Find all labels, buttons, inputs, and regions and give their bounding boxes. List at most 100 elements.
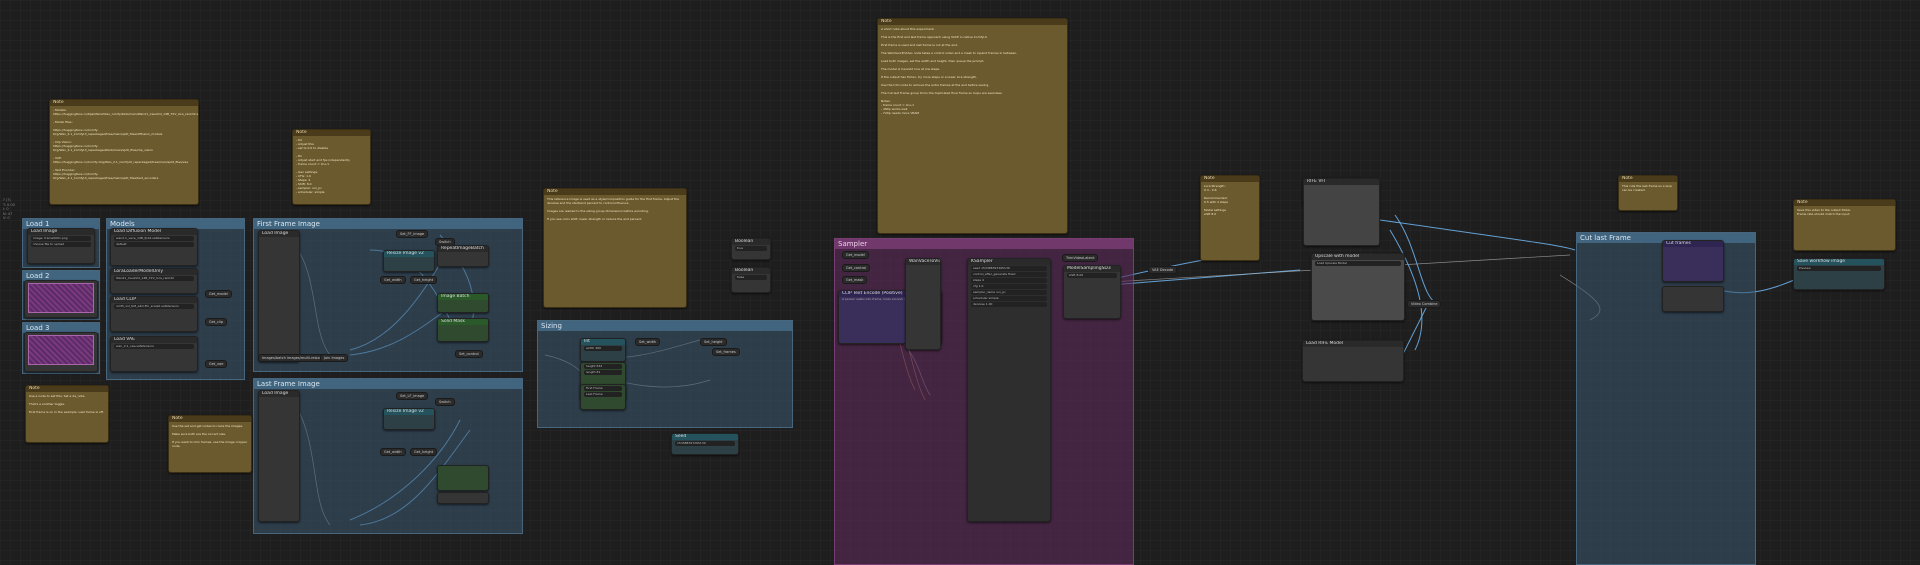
- lf-resize-node[interactable]: Resize Image v2: [383, 408, 435, 430]
- note-settings[interactable]: Note - 64 - Adjust this - set to 0.0 to …: [292, 129, 371, 205]
- node-title: ModelSamplingSD3: [1064, 266, 1120, 272]
- sizing-toggle-node[interactable]: First Frame Last Frame: [580, 384, 626, 410]
- ksampler-node[interactable]: KSampler seed 153488397265130 control_af…: [967, 258, 1051, 522]
- vae-name-select[interactable]: wan_2.1_vae.safetensors: [114, 344, 194, 349]
- set-height-node[interactable]: Set_height: [700, 338, 727, 346]
- node-title: Save workflow image: [1794, 259, 1884, 265]
- lf-switch-node[interactable]: Switch: [435, 398, 455, 406]
- load-diffusion-model-node[interactable]: Load Diffusion Model wan2.1_vace_14B_fp1…: [110, 228, 198, 266]
- last-frame-toggle[interactable]: Last Frame: [584, 392, 622, 397]
- note-models-links[interactable]: Note - Models: https://huggingface.co/Ki…: [49, 99, 199, 205]
- lf-get-height[interactable]: Get_height: [410, 448, 438, 456]
- save-workflow-node[interactable]: Save workflow image Preview: [1793, 258, 1885, 290]
- lf-set-image-node[interactable]: Set_LF_image: [396, 392, 429, 400]
- vae-decode-node[interactable]: VAE Decode: [1148, 266, 1178, 274]
- load-vae-node[interactable]: Load VAE wan_2.1_vae.safetensors: [110, 336, 198, 372]
- get-model-node[interactable]: Get_model: [205, 290, 232, 298]
- cut-frames-settings[interactable]: [1662, 286, 1724, 312]
- upscale-group-node[interactable]: Upscale with model Load Upscale Model: [1311, 253, 1405, 321]
- scheduler-widget[interactable]: scheduler simple: [971, 296, 1047, 301]
- note-body: Save this video to the output folder. Fr…: [1797, 208, 1851, 216]
- lf-small-node[interactable]: [437, 492, 489, 504]
- preview-widget[interactable]: Preview: [1797, 266, 1881, 271]
- seed-node[interactable]: Seed 153488397265130: [671, 433, 739, 455]
- video-combine-pill[interactable]: Video Combine: [1407, 300, 1442, 308]
- frames-input[interactable]: length 81: [584, 370, 622, 375]
- note-body: A short note about this experiment. This…: [881, 27, 1018, 115]
- unet-name-select[interactable]: wan2.1_vace_14B_fp16.safetensors: [114, 236, 194, 241]
- image-file-select[interactable]: image: frame0001.png: [31, 236, 91, 241]
- lf-get-width[interactable]: Get_width: [380, 448, 406, 456]
- group-title: Sizing: [538, 321, 792, 331]
- denoise-widget[interactable]: denoise 1.00: [971, 302, 1047, 307]
- model-sampling-node[interactable]: ModelSamplingSD3 shift 8.00: [1063, 265, 1121, 319]
- ff-load-image-node[interactable]: Load Image: [258, 230, 300, 362]
- set-frames-node[interactable]: Set_frames: [712, 348, 740, 356]
- shift-widget[interactable]: shift 8.00: [1067, 273, 1117, 278]
- note-routing[interactable]: Note Use the set and get nodes to route …: [168, 415, 252, 473]
- ff-set-image-node[interactable]: Set_FF_image: [396, 230, 429, 238]
- seed-widget[interactable]: seed 153488397265130: [971, 266, 1047, 271]
- wan-vace-to-video-node[interactable]: WanVaceToVideo: [905, 258, 941, 350]
- sampler-get-control[interactable]: Get_control: [842, 264, 871, 272]
- ff-resize-node[interactable]: Resize Image v2: [383, 250, 435, 272]
- load-rife-model-node[interactable]: Load RIFE Model: [1302, 340, 1404, 382]
- note-body: This reference image is used as a style/…: [547, 197, 679, 221]
- note-save[interactable]: Note Save this video to the output folde…: [1793, 199, 1896, 251]
- ff-get-width[interactable]: Get_width: [380, 276, 406, 284]
- load-image-node-1[interactable]: Load Image image: frame0001.png choose f…: [27, 228, 95, 264]
- boolean-node-a[interactable]: Boolean true: [731, 238, 771, 260]
- note-lora[interactable]: Note Lora Strength: 0.3 - 0.6 Recommende…: [1200, 175, 1260, 261]
- node-title: RepeatImageBatch: [438, 246, 488, 252]
- node-title: Image Batch: [438, 294, 488, 300]
- trim-video-node[interactable]: TrimVideoLatent: [1062, 254, 1099, 262]
- height-input[interactable]: height 832: [584, 364, 622, 369]
- image-preview: [28, 335, 94, 365]
- sampler-get-mask[interactable]: Get_mask: [842, 276, 868, 284]
- control-widget[interactable]: control_after_generate fixed: [971, 272, 1047, 277]
- note-reference[interactable]: Note This reference image is used as a s…: [543, 188, 687, 308]
- ff-image-batch-node[interactable]: Image Batch: [437, 293, 489, 313]
- lora-name-select[interactable]: Wan21_CausVid_14B_T2V_lora_rank32: [114, 276, 194, 281]
- group-sizing[interactable]: Sizing: [537, 320, 793, 428]
- node-title: LoraLoaderModelOnly: [111, 269, 197, 275]
- seed-input[interactable]: 153488397265130: [675, 441, 735, 446]
- steps-widget[interactable]: steps 4: [971, 278, 1047, 283]
- load-image-node-2[interactable]: [24, 280, 98, 318]
- node-title: Boolean: [732, 268, 770, 274]
- weight-dtype-select[interactable]: default: [114, 242, 194, 247]
- lora-loader-node[interactable]: LoraLoaderModelOnly Wan21_CausVid_14B_T2…: [110, 268, 198, 294]
- get-vae-node[interactable]: Get_vae: [205, 360, 228, 368]
- upscale-model-select[interactable]: Load Upscale Model: [1315, 261, 1401, 266]
- width-input[interactable]: width 480: [584, 346, 622, 351]
- sampler-name-widget[interactable]: sampler_name uni_pc: [971, 290, 1047, 295]
- rife-node[interactable]: RIFE VFI: [1303, 178, 1380, 246]
- load-clip-node[interactable]: Load CLIP umt5_xxl_fp8_e4m3fn_scaled.saf…: [110, 296, 198, 332]
- get-clip-node[interactable]: Get_clip: [205, 318, 228, 326]
- lf-load-image-node[interactable]: Load Image: [258, 390, 300, 522]
- clip-name-select[interactable]: umt5_xxl_fp8_e4m3fn_scaled.safetensors: [114, 304, 194, 309]
- first-frame-toggle[interactable]: First Frame: [584, 386, 622, 391]
- note-experiment[interactable]: Note A short note about this experiment.…: [877, 18, 1068, 234]
- ff-bottom-left-label: Images/batch images/multi-resize: [258, 354, 326, 362]
- ff-solid-mask-node[interactable]: Solid Mask: [437, 318, 489, 342]
- note-body: Use a node to set this. Set a da_note. T…: [29, 394, 104, 414]
- boolean-node-b[interactable]: Boolean false: [731, 267, 771, 293]
- group-title: First Frame Image: [254, 219, 522, 229]
- ff-repeat-node[interactable]: RepeatImageBatch: [437, 245, 489, 267]
- boolean-value[interactable]: false: [735, 275, 767, 280]
- ff-get-height[interactable]: Get_height: [410, 276, 438, 284]
- sizing-int-node[interactable]: Int width 480: [580, 338, 626, 362]
- boolean-value[interactable]: true: [735, 246, 767, 251]
- canvas-info: ? (?) T: 0.00 I: 0 N: 47 V: 0: [3, 198, 15, 221]
- sampler-get-model[interactable]: Get_model: [842, 251, 869, 259]
- note-cut-frame[interactable]: Note This cuts the last frame so a loop …: [1618, 175, 1678, 211]
- lf-image-batch-node[interactable]: [437, 465, 489, 491]
- cut-frames-preview[interactable]: Cut frames: [1662, 240, 1724, 282]
- cfg-widget[interactable]: cfg 1.0: [971, 284, 1047, 289]
- upload-button[interactable]: choose file to upload: [31, 242, 91, 247]
- ff-set-control[interactable]: Set_control: [455, 350, 483, 358]
- load-image-node-3[interactable]: [24, 332, 98, 372]
- note-toggle[interactable]: Note Use a node to set this. Set a da_no…: [25, 385, 109, 443]
- set-width-node[interactable]: Set_width: [635, 338, 661, 346]
